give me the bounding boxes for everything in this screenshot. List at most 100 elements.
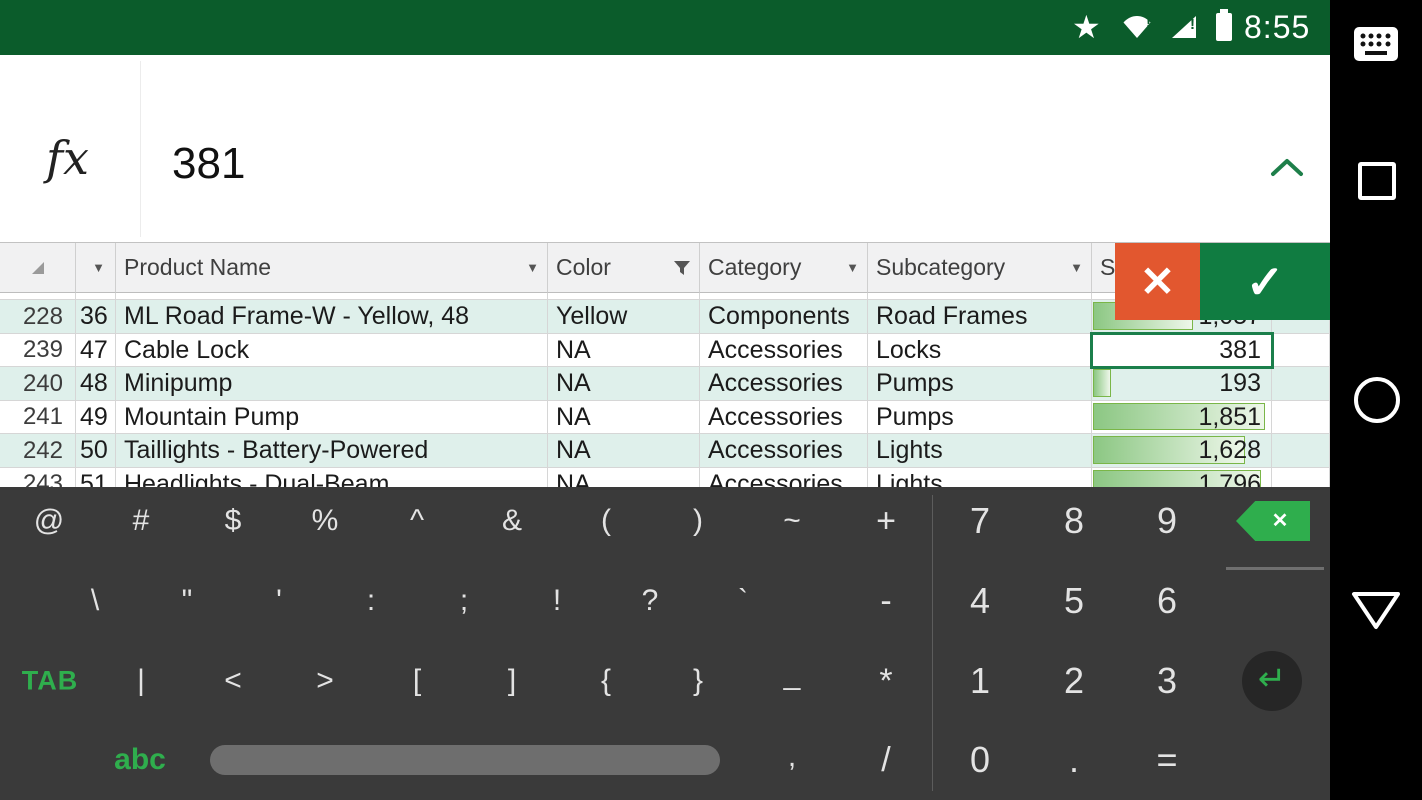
key[interactable]: 8 — [1064, 503, 1084, 539]
cell-product[interactable]: Minipump — [116, 367, 548, 401]
key[interactable]: # — [133, 506, 150, 536]
key[interactable]: 2 — [1064, 663, 1084, 699]
cell-color[interactable]: NA — [548, 434, 700, 468]
key[interactable]: ? — [642, 586, 659, 616]
cell-empty[interactable] — [1272, 334, 1330, 367]
key[interactable]: ] — [508, 666, 516, 696]
key[interactable]: 6 — [1157, 583, 1177, 619]
row-number[interactable]: 239 — [0, 334, 76, 367]
key[interactable]: ` — [738, 586, 748, 616]
key[interactable]: > — [316, 666, 334, 696]
key-enter[interactable]: ↵ — [1242, 651, 1302, 711]
key-space[interactable] — [210, 745, 720, 775]
cell-id[interactable]: 36 — [76, 300, 116, 334]
key[interactable]: ) — [693, 506, 703, 536]
cell-id[interactable]: 49 — [76, 401, 116, 434]
cell-id[interactable]: 47 — [76, 334, 116, 367]
formula-input[interactable]: 381 — [172, 139, 245, 189]
key[interactable]: + — [876, 504, 896, 538]
recents-button[interactable] — [1358, 162, 1396, 200]
cell-color[interactable]: Yellow — [548, 300, 700, 334]
column-header-product[interactable]: Product Name ▼ — [116, 243, 548, 293]
cell-color[interactable]: NA — [548, 367, 700, 401]
key[interactable]: 3 — [1157, 663, 1177, 699]
cell-id[interactable]: 48 — [76, 367, 116, 401]
key[interactable]: 9 — [1157, 503, 1177, 539]
key[interactable]: 5 — [1064, 583, 1084, 619]
key-backspace[interactable]: ✕ — [1236, 501, 1310, 541]
cell-category[interactable]: Accessories — [700, 434, 868, 468]
cell-product[interactable]: Taillights - Battery-Powered — [116, 434, 548, 468]
key[interactable]: [ — [413, 666, 421, 696]
cell-empty[interactable] — [1272, 434, 1330, 468]
key[interactable]: % — [312, 506, 339, 536]
chevron-down-icon: ▼ — [520, 260, 539, 275]
keyboard-switch-button[interactable] — [1353, 26, 1399, 64]
key[interactable]: _ — [784, 660, 801, 690]
confirm-button[interactable]: ✓ — [1200, 243, 1330, 320]
cell-empty[interactable] — [1272, 401, 1330, 434]
key[interactable]: ! — [553, 586, 561, 616]
key[interactable]: 1 — [970, 663, 990, 699]
key[interactable]: < — [224, 666, 242, 696]
cell-product[interactable]: ML Road Frame-W - Yellow, 48 — [116, 300, 548, 334]
cell-category[interactable]: Accessories — [700, 367, 868, 401]
key-comma[interactable]: , — [788, 742, 796, 772]
cell-subcategory[interactable]: Pumps — [868, 401, 1092, 434]
column-header-id[interactable]: ▼ — [76, 243, 116, 293]
cell-subcategory[interactable]: Lights — [868, 434, 1092, 468]
cell-sales[interactable]: 1,851 — [1092, 401, 1272, 434]
key[interactable]: 7 — [970, 503, 990, 539]
cell-color[interactable]: NA — [548, 334, 700, 367]
chevron-up-icon[interactable] — [1270, 158, 1304, 178]
cell-product[interactable]: Mountain Pump — [116, 401, 548, 434]
key[interactable]: 0 — [970, 742, 990, 778]
row-number[interactable]: 228 — [0, 300, 76, 334]
key[interactable]: . — [1069, 742, 1079, 778]
key[interactable]: 4 — [970, 583, 990, 619]
key[interactable]: = — [1156, 742, 1177, 778]
cell-sales[interactable]: 193 — [1092, 367, 1272, 401]
key-tab[interactable]: TAB — [22, 668, 79, 695]
cell-sales-selected[interactable]: 381 — [1092, 334, 1272, 367]
key[interactable]: { — [601, 666, 611, 696]
cell-sales[interactable]: 1,628 — [1092, 434, 1272, 468]
select-all-corner[interactable] — [0, 243, 76, 293]
row-number[interactable]: 242 — [0, 434, 76, 468]
cell-category[interactable]: Accessories — [700, 401, 868, 434]
cell-product[interactable]: Cable Lock — [116, 334, 548, 367]
cell-id[interactable]: 50 — [76, 434, 116, 468]
cell-subcategory[interactable]: Locks — [868, 334, 1092, 367]
cell-category[interactable]: Accessories — [700, 334, 868, 367]
row-number[interactable]: 241 — [0, 401, 76, 434]
key[interactable]: @ — [34, 506, 64, 536]
key[interactable]: - — [880, 584, 891, 618]
key[interactable]: " — [182, 586, 193, 616]
cell-category[interactable]: Components — [700, 300, 868, 334]
key[interactable]: ; — [460, 586, 468, 616]
key[interactable]: * — [879, 664, 892, 698]
cell-empty[interactable] — [1272, 367, 1330, 401]
key[interactable]: | — [137, 666, 145, 696]
key[interactable]: \ — [91, 586, 99, 616]
key[interactable]: ~ — [783, 506, 801, 536]
column-header-subcategory[interactable]: Subcategory ▼ — [868, 243, 1092, 293]
key[interactable]: / — [881, 743, 890, 777]
cancel-button[interactable]: ✕ — [1115, 243, 1200, 320]
cell-color[interactable]: NA — [548, 401, 700, 434]
key[interactable]: ' — [276, 586, 282, 616]
key[interactable]: $ — [225, 506, 242, 536]
column-header-color[interactable]: Color — [548, 243, 700, 293]
key[interactable]: } — [693, 666, 703, 696]
key[interactable]: : — [367, 586, 375, 616]
cell-subcategory[interactable]: Road Frames — [868, 300, 1092, 334]
key-abc[interactable]: abc — [114, 745, 166, 775]
cell-subcategory[interactable]: Pumps — [868, 367, 1092, 401]
home-button[interactable] — [1354, 377, 1400, 423]
key[interactable]: & — [502, 506, 522, 536]
key[interactable]: ^ — [410, 506, 424, 536]
column-header-category[interactable]: Category ▼ — [700, 243, 868, 293]
key[interactable]: ( — [601, 506, 611, 536]
back-button[interactable] — [1351, 588, 1401, 632]
row-number[interactable]: 240 — [0, 367, 76, 401]
